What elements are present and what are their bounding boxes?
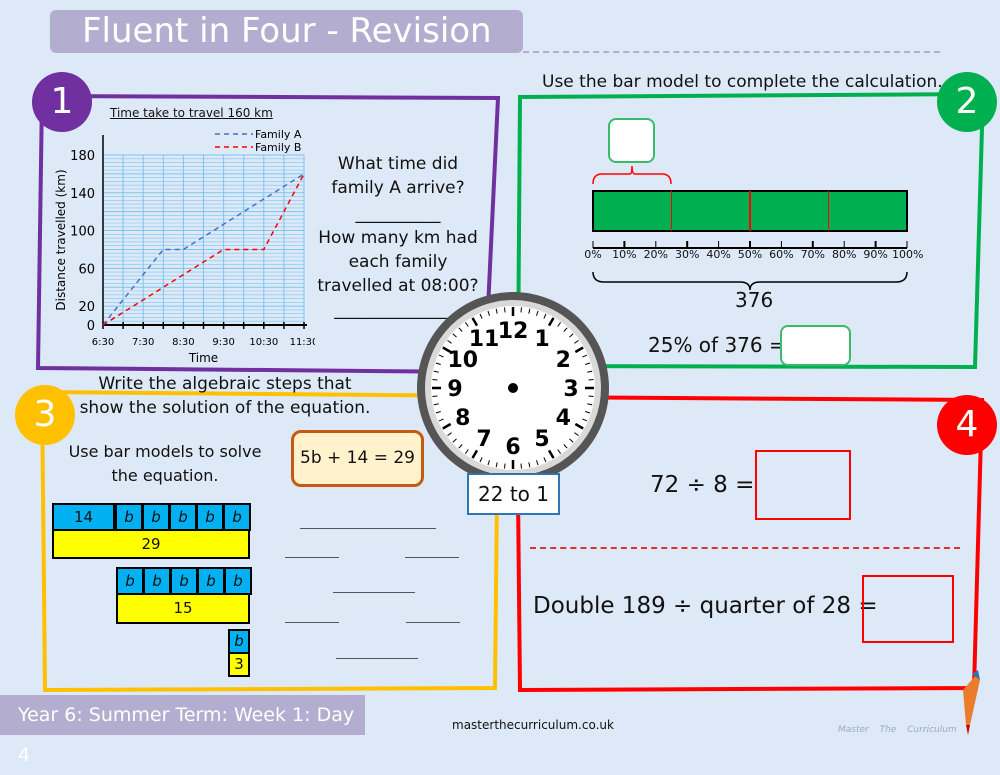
clock-number: 7 [476, 427, 491, 452]
percent-label: 30% [674, 248, 700, 261]
y-tick-label: 20 [78, 300, 95, 315]
bar-total: 376 [735, 288, 774, 312]
bar-cell: b [224, 567, 252, 595]
bar-cell: 15 [116, 593, 250, 624]
bar-model [592, 165, 908, 290]
clock-number: 2 [556, 348, 571, 373]
q2-answer-box[interactable] [780, 325, 851, 366]
course-label: Year 6: Summer Term: Week 1: Day 4 [0, 695, 365, 766]
percent-label: 10% [612, 248, 637, 261]
y-tick-label: 180 [70, 149, 95, 164]
legend-label: Family B [255, 141, 301, 154]
question-number-4: 4 [937, 395, 997, 455]
time-label: 22 to 1 [467, 473, 560, 515]
clock-number: 3 [563, 377, 578, 402]
y-tick-label: 140 [70, 187, 95, 202]
clock-tick [504, 307, 506, 313]
bar-cell: b [115, 503, 143, 531]
chart-title: Time take to travel 160 km [110, 106, 273, 120]
q4-answer-box-1[interactable] [755, 450, 851, 520]
q1-answer-blank-1: __________ [355, 204, 441, 224]
x-tick-label: 8:30 [172, 337, 194, 348]
bar-cell: 14 [52, 503, 115, 531]
clock-tick [588, 395, 594, 397]
bar-cell: b [170, 567, 198, 595]
clock-number: 1 [534, 327, 549, 352]
clock-tick [520, 307, 522, 313]
percent-label: 0% [584, 248, 602, 261]
bar-cell: b [223, 503, 251, 531]
q3-sub-instruction: Use bar models to solve the equation. [68, 442, 262, 485]
bar-cell: b [116, 567, 144, 595]
clock-tick [520, 463, 522, 469]
bar-cell: 29 [52, 529, 250, 559]
q2-question: 25% of 376 = [648, 333, 786, 357]
x-tick-label: 10:30 [249, 337, 278, 348]
equation-box: 5b + 14 = 29 [291, 430, 424, 487]
q4-question-1: 72 ÷ 8 = [650, 472, 755, 498]
percent-label: 20% [643, 248, 669, 261]
clock-centre [508, 383, 518, 393]
q4-answer-box-2[interactable] [862, 575, 954, 643]
x-axis-label: Time [188, 351, 218, 365]
bar-cell: 3 [228, 652, 250, 677]
clock-number: 9 [447, 377, 462, 402]
q4-question-2: Double 189 ÷ quarter of 28 = [533, 593, 878, 619]
bar-cell: b [142, 503, 170, 531]
percent-label: 80% [831, 248, 857, 261]
bar-cell: b [197, 567, 225, 595]
part-brace [592, 165, 672, 185]
x-tick-label: 11:30 [290, 337, 315, 348]
x-tick-label: 7:30 [132, 337, 154, 348]
legend-label: Family A [255, 128, 302, 141]
y-tick-label: 60 [78, 262, 95, 277]
bar-cell: b [143, 567, 171, 595]
percent-label: 100% [892, 248, 924, 261]
percent-label: 70% [800, 248, 826, 261]
y-axis-label: Distance travelled (km) [54, 169, 68, 310]
clock-number: 6 [505, 435, 520, 460]
bar-cell: b [228, 629, 250, 654]
pencil-logo-icon [963, 670, 980, 735]
x-tick-label: 6:30 [92, 337, 114, 348]
distance-time-chart: 0 20 60 100 140 180 6:30 7:30 8:30 9:30 10:30 11:30… [54, 128, 315, 365]
clock-tick [432, 379, 438, 381]
clock-tick [432, 395, 438, 397]
logo-text: Master The Curriculum [838, 725, 957, 735]
clock-number: 12 [498, 319, 529, 344]
y-tick-label: 0 [87, 319, 95, 334]
percent-label: 40% [706, 248, 731, 261]
question-number-3: 3 [15, 385, 75, 445]
percent-label: 50% [737, 248, 763, 261]
bar-cell: b [169, 503, 197, 531]
q2-instruction: Use the bar model to complete the calcul… [542, 72, 943, 92]
clock-tick [504, 463, 506, 469]
clock-number: 8 [455, 406, 470, 431]
q2-part-answer-box[interactable] [608, 118, 655, 163]
clock-tick [588, 379, 594, 381]
clock-number: 11 [469, 327, 500, 352]
y-tick-label: 100 [70, 225, 95, 240]
question-number-2: 2 [937, 72, 997, 132]
clock-number: 4 [556, 406, 571, 431]
percent-label: 60% [769, 248, 794, 261]
analogue-clock: 12 1234567891011 [417, 292, 609, 484]
clock-number: 5 [534, 427, 549, 452]
bar-cell: b [196, 503, 224, 531]
percent-label: 90% [863, 248, 888, 261]
x-tick-label: 9:30 [212, 337, 234, 348]
q3-instruction: Write the algebraic steps that show the … [79, 374, 371, 418]
q1-question-1: What time did family A arrive? [331, 154, 465, 198]
website-url: masterthecurriculum.co.uk [452, 718, 614, 732]
